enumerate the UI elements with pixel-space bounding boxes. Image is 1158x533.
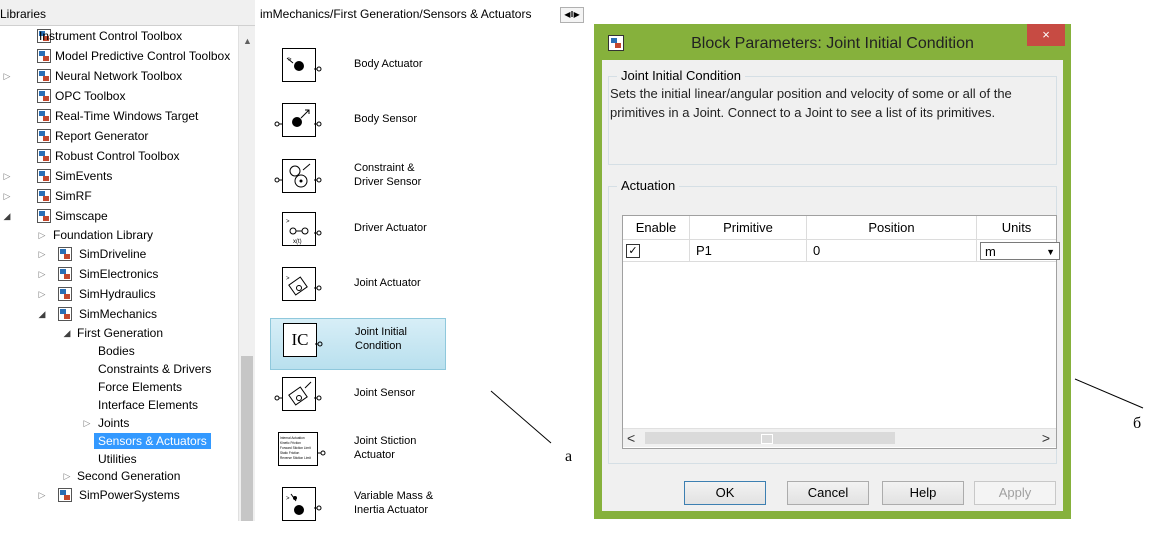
description-group-title: Joint Initial Condition xyxy=(617,68,745,83)
cancel-button[interactable]: Cancel xyxy=(787,481,869,505)
annotation-line-a xyxy=(490,390,552,444)
annotation-line-b xyxy=(1074,378,1144,409)
block-parameters-dialog: Block Parameters: Joint Initial Conditio… xyxy=(594,24,1071,519)
ok-button[interactable]: OK xyxy=(684,481,766,505)
annotation-letter-b: б xyxy=(1133,415,1142,432)
table-cell-primitive: P1 xyxy=(690,240,807,262)
table-cell-enable[interactable]: ✓ xyxy=(623,240,690,262)
column-header-position[interactable]: Position xyxy=(807,216,977,240)
dialog-title: Block Parameters: Joint Initial Conditio… xyxy=(691,35,974,52)
apply-button[interactable]: Apply xyxy=(974,481,1056,505)
block-description: Sets the initial linear/angular position… xyxy=(610,86,1012,120)
chevron-down-icon: ▼ xyxy=(1046,247,1055,257)
dialog-body: Joint Initial Condition Sets the initial… xyxy=(602,60,1063,511)
close-icon: × xyxy=(1042,27,1050,42)
table-cell-units: m ▼ xyxy=(977,240,1060,262)
column-header-units[interactable]: Units xyxy=(977,216,1056,240)
units-value: m xyxy=(985,244,996,259)
dialog-titlebar[interactable]: Block Parameters: Joint Initial Conditio… xyxy=(594,24,1071,60)
parameters-table[interactable]: Enable Primitive Position Units ✓ P1 0 m… xyxy=(622,215,1060,449)
help-button[interactable]: Help xyxy=(882,481,964,505)
actuation-group-title: Actuation xyxy=(617,178,680,193)
table-horizontal-scrollbar[interactable]: < > xyxy=(623,428,1056,447)
close-button[interactable]: × xyxy=(1027,24,1065,46)
annotation-letter-a: а xyxy=(565,448,573,465)
column-header-primitive[interactable]: Primitive xyxy=(690,216,807,240)
column-header-enable[interactable]: Enable xyxy=(623,216,690,240)
hscroll-thumb[interactable] xyxy=(645,432,895,444)
enable-checkbox[interactable]: ✓ xyxy=(626,244,640,258)
scroll-right-icon[interactable]: > xyxy=(1042,429,1050,447)
position-field[interactable]: 0 xyxy=(807,240,977,262)
units-dropdown[interactable]: m ▼ xyxy=(980,242,1060,260)
scroll-left-icon[interactable]: < xyxy=(627,429,635,447)
